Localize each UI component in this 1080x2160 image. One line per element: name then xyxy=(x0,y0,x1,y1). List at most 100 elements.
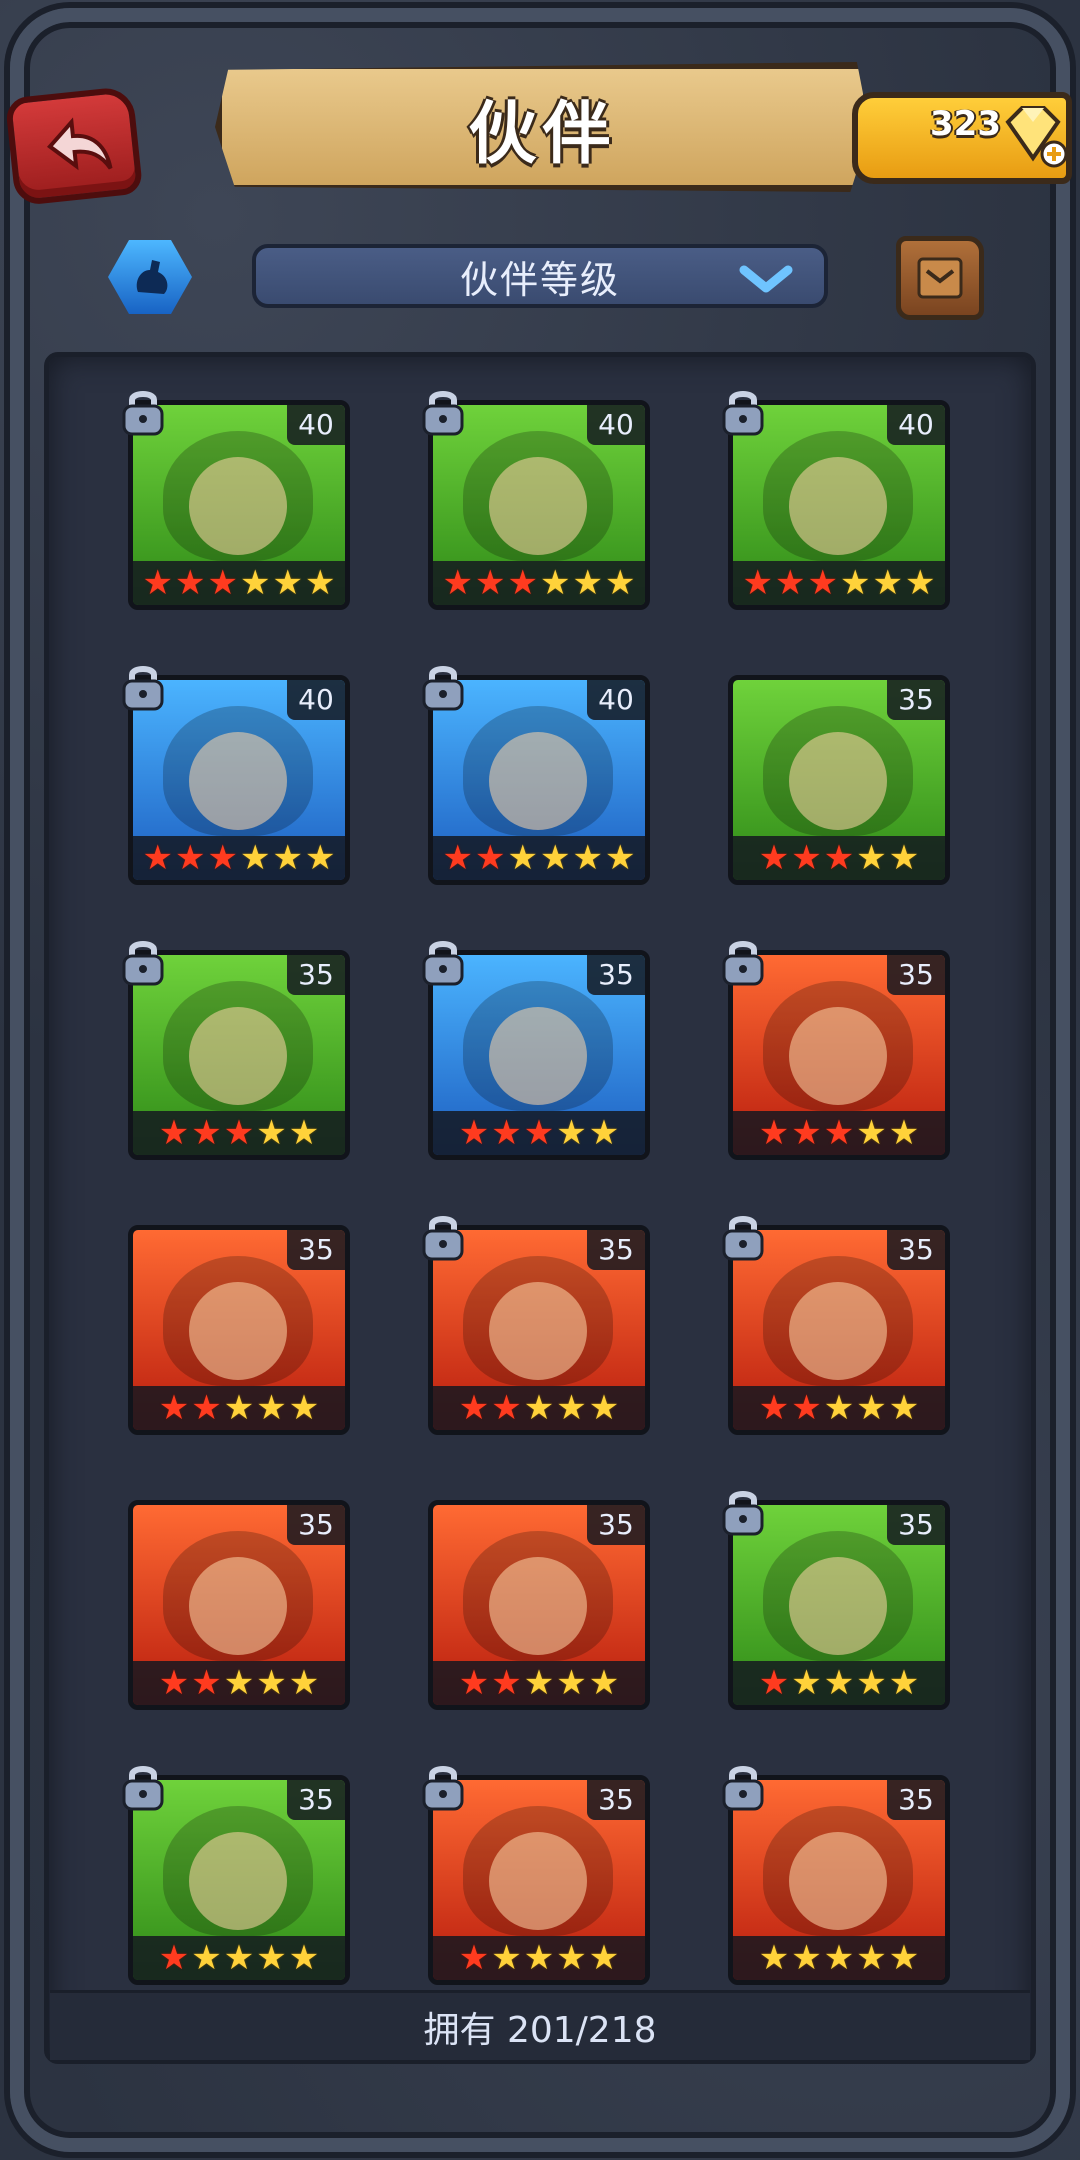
red-star-icon: ★ xyxy=(207,563,238,603)
red-star-icon: ★ xyxy=(458,1113,490,1153)
gold-star-icon: ★ xyxy=(556,1663,587,1703)
level-badge: 40 xyxy=(287,680,345,720)
level-badge: 35 xyxy=(287,1780,345,1820)
scroll-button[interactable] xyxy=(896,236,984,320)
dropdown-label: 伙伴等级 xyxy=(459,257,620,302)
gold-star-icon: ★ xyxy=(272,838,303,878)
gold-star-icon: ★ xyxy=(888,1938,920,1978)
companion-face xyxy=(189,732,287,830)
companion-card[interactable]: 35 ★ ★ ★ ★ ★ xyxy=(128,1500,350,1710)
gold-star-icon: ★ xyxy=(856,1113,887,1153)
gold-star-icon: ★ xyxy=(556,1388,587,1428)
star-rating: ★ ★ ★ ★ ★ ★ xyxy=(433,561,645,605)
red-star-icon: ★ xyxy=(442,563,474,603)
companion-face xyxy=(789,1832,887,1930)
star-rating: ★ ★ ★ ★ ★ ★ xyxy=(133,836,345,880)
red-star-icon: ★ xyxy=(758,1663,790,1703)
level-badge: 35 xyxy=(587,955,645,995)
star-rating: ★ ★ ★ ★ ★ xyxy=(733,836,945,880)
companion-face xyxy=(489,1557,587,1655)
companion-face xyxy=(489,1832,587,1930)
level-badge: 35 xyxy=(887,1505,945,1545)
lock-icon xyxy=(722,1216,764,1261)
gold-star-icon: ★ xyxy=(823,1938,855,1978)
level-badge: 35 xyxy=(287,1230,345,1270)
level-badge: 40 xyxy=(587,680,645,720)
gold-star-icon: ★ xyxy=(256,1663,287,1703)
companion-card[interactable]: 35 ★ ★ ★ ★ ★ xyxy=(728,675,950,885)
gold-star-icon: ★ xyxy=(588,1663,620,1703)
gold-star-icon: ★ xyxy=(556,1938,587,1978)
lock-icon xyxy=(422,391,464,436)
level-badge: 35 xyxy=(287,1505,345,1545)
lock-icon xyxy=(422,1216,464,1261)
companion-face xyxy=(189,1007,287,1105)
star-rating: ★ ★ ★ ★ ★ xyxy=(433,1936,645,1980)
red-star-icon: ★ xyxy=(491,1388,522,1428)
lock-icon xyxy=(722,1766,764,1811)
gold-star-icon: ★ xyxy=(256,1938,287,1978)
gold-star-icon: ★ xyxy=(888,1663,920,1703)
gold-star-icon: ★ xyxy=(223,1388,255,1428)
gold-star-icon: ★ xyxy=(304,563,336,603)
gold-star-icon: ★ xyxy=(823,1388,855,1428)
red-star-icon: ★ xyxy=(442,838,474,878)
star-rating: ★ ★ ★ ★ ★ ★ xyxy=(433,836,645,880)
star-rating: ★ ★ ★ ★ ★ xyxy=(133,1661,345,1705)
chevron-down-icon xyxy=(739,265,793,293)
red-star-icon: ★ xyxy=(523,1113,555,1153)
gold-star-icon: ★ xyxy=(556,1113,587,1153)
gold-star-icon: ★ xyxy=(872,563,903,603)
companion-face xyxy=(789,1282,887,1380)
gold-star-icon: ★ xyxy=(288,1663,320,1703)
red-star-icon: ★ xyxy=(823,838,855,878)
gold-star-icon: ★ xyxy=(304,838,336,878)
companion-card[interactable]: 35 ★ ★ ★ ★ ★ xyxy=(428,1500,650,1710)
lock-icon xyxy=(722,941,764,986)
gold-star-icon: ★ xyxy=(588,1113,620,1153)
companion-face xyxy=(789,732,887,830)
red-star-icon: ★ xyxy=(191,1663,222,1703)
back-button[interactable] xyxy=(4,85,144,207)
red-star-icon: ★ xyxy=(791,1388,822,1428)
gold-star-icon: ★ xyxy=(540,838,571,878)
lock-icon xyxy=(122,1766,164,1811)
level-badge: 35 xyxy=(587,1505,645,1545)
gold-star-icon: ★ xyxy=(588,1938,620,1978)
red-star-icon: ★ xyxy=(158,1938,190,1978)
owned-count: 拥有 201/218 xyxy=(423,2009,657,2051)
star-rating: ★ ★ ★ ★ ★ xyxy=(133,1936,345,1980)
companion-face xyxy=(489,732,587,830)
gold-star-icon: ★ xyxy=(904,563,936,603)
companion-card[interactable]: 35 ★ ★ ★ ★ ★ xyxy=(128,1225,350,1435)
gold-star-icon: ★ xyxy=(288,1938,320,1978)
red-star-icon: ★ xyxy=(175,838,206,878)
page-title: 伙伴 xyxy=(468,94,617,174)
red-star-icon: ★ xyxy=(191,1113,222,1153)
red-star-icon: ★ xyxy=(142,563,174,603)
gold-star-icon: ★ xyxy=(191,1938,222,1978)
level-badge: 35 xyxy=(887,955,945,995)
companion-face xyxy=(789,457,887,555)
level-badge: 40 xyxy=(887,405,945,445)
gold-star-icon: ★ xyxy=(523,1388,555,1428)
red-star-icon: ★ xyxy=(158,1388,190,1428)
gold-star-icon: ★ xyxy=(523,1663,555,1703)
red-star-icon: ★ xyxy=(507,563,538,603)
red-star-icon: ★ xyxy=(191,1388,222,1428)
gold-star-icon: ★ xyxy=(540,563,571,603)
gold-star-icon: ★ xyxy=(272,563,303,603)
gold-star-icon: ★ xyxy=(223,1938,255,1978)
lock-icon xyxy=(122,391,164,436)
red-star-icon: ★ xyxy=(758,1113,790,1153)
red-star-icon: ★ xyxy=(475,563,506,603)
sort-dropdown[interactable]: 伙伴等级 xyxy=(252,244,828,308)
red-star-icon: ★ xyxy=(458,1663,490,1703)
companion-face xyxy=(789,1557,887,1655)
level-badge: 40 xyxy=(587,405,645,445)
gem-plus-icon[interactable] xyxy=(998,100,1068,170)
gold-star-icon: ★ xyxy=(572,563,603,603)
gold-star-icon: ★ xyxy=(791,1663,822,1703)
footer-bar: 拥有 201/218 xyxy=(50,1990,1030,2060)
gold-star-icon: ★ xyxy=(491,1938,522,1978)
